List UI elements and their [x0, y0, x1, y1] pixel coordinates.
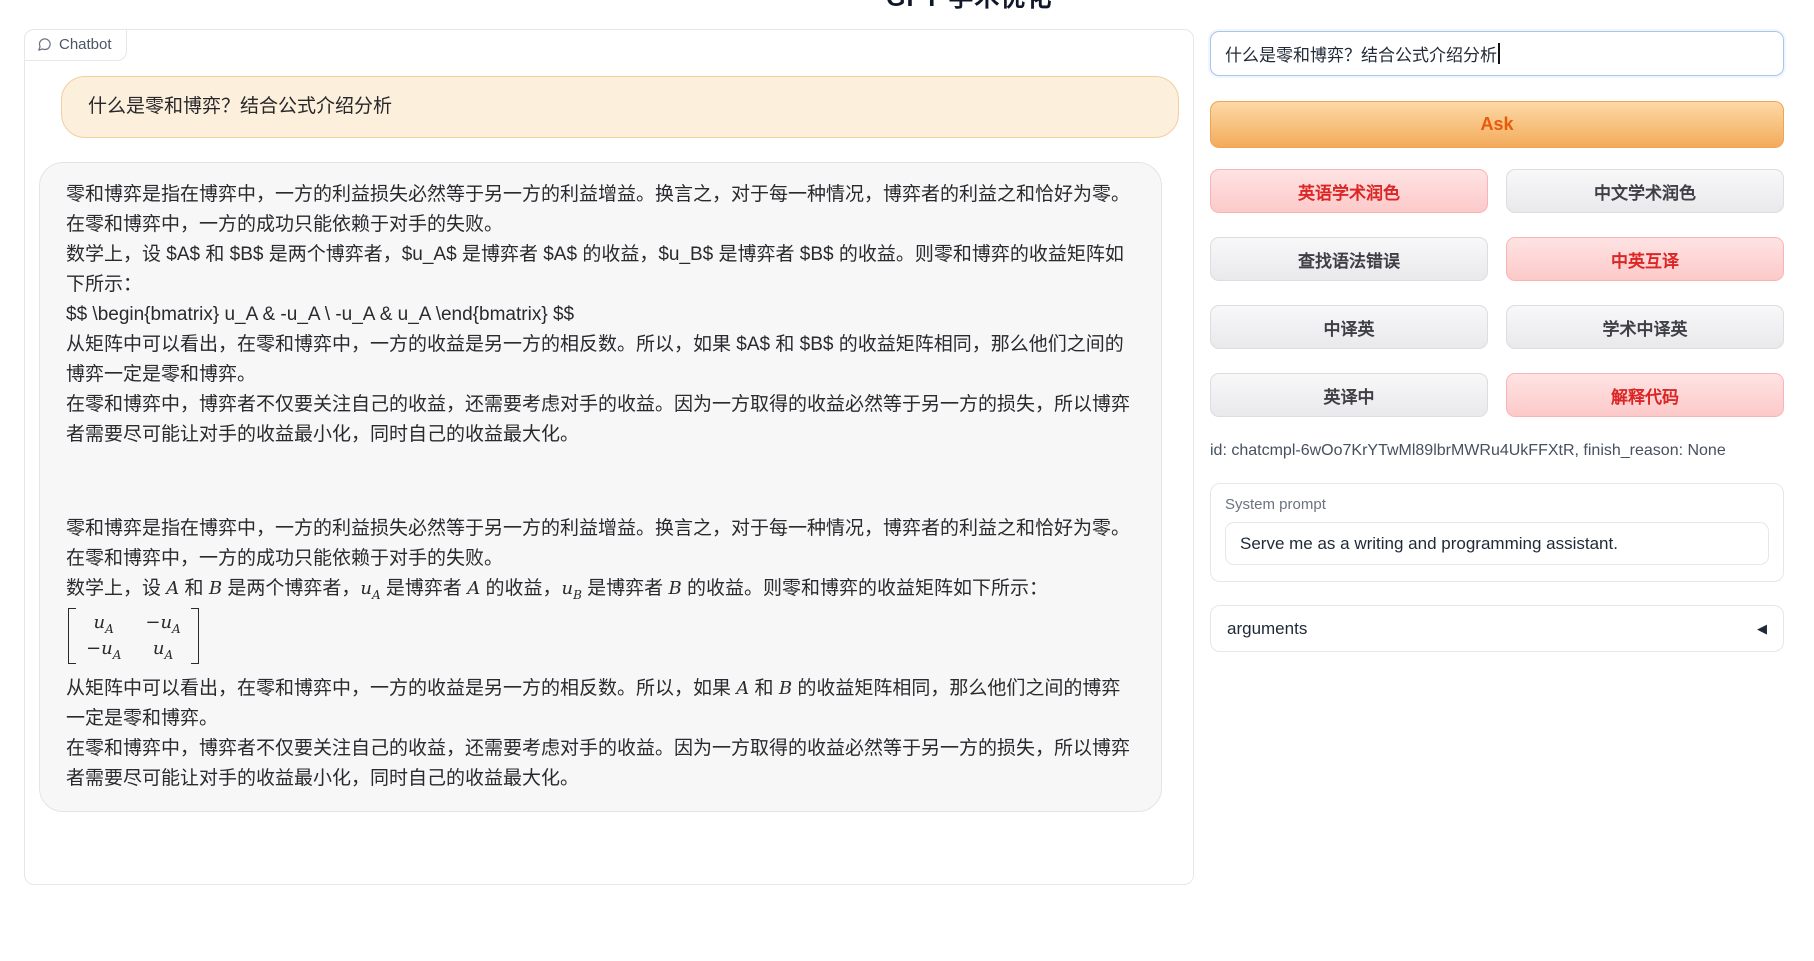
system-prompt-label: System prompt — [1225, 496, 1769, 513]
btn-zh-to-en[interactable]: 中译英 — [1210, 305, 1488, 349]
page-title: GPT 学术优化 — [886, 0, 1052, 14]
bot-rendered-paragraph: 零和博弈是指在博弈中，一方的利益损失必然等于另一方的利益增益。换言之，对于每一种… — [66, 514, 1135, 574]
arguments-accordion-label: arguments — [1227, 619, 1307, 639]
bot-rendered-paragraph: 在零和博弈中，博弈者不仅要关注自己的收益，还需要考虑对手的收益。因为一方取得的收… — [66, 734, 1135, 794]
ask-button[interactable]: Ask — [1210, 101, 1784, 148]
control-column: 什么是零和博弈？结合公式介绍分析 Ask 英语学术润色 中文学术润色 查找语法错… — [1210, 31, 1784, 652]
collapse-arrow-icon: ◀ — [1757, 621, 1767, 637]
bot-raw-paragraph: 零和博弈是指在博弈中，一方的利益损失必然等于另一方的利益增益。换言之，对于每一种… — [66, 180, 1135, 240]
question-input[interactable]: 什么是零和博弈？结合公式介绍分析 — [1210, 31, 1784, 76]
btn-explain-code[interactable]: 解释代码 — [1506, 373, 1784, 417]
btn-zh-en-mutual-translate[interactable]: 中英互译 — [1506, 237, 1784, 281]
user-message: 什么是零和博弈？结合公式介绍分析 — [61, 76, 1179, 138]
btn-english-academic-polish[interactable]: 英语学术润色 — [1210, 169, 1488, 213]
matrix-left-bracket — [68, 608, 76, 664]
chatbot-label: Chatbot — [24, 29, 127, 61]
chatbot-label-text: Chatbot — [59, 36, 112, 53]
bot-rendered-paragraph: 从矩阵中可以看出，在零和博弈中，一方的收益是另一方的相反数。所以，如果 A 和 … — [66, 674, 1135, 734]
spacer — [66, 450, 1135, 514]
system-prompt-group: System prompt — [1210, 483, 1784, 582]
bot-raw-paragraph: 从矩阵中可以看出，在零和博弈中，一方的收益是另一方的相反数。所以，如果 $A$ … — [66, 330, 1135, 390]
btn-find-grammar-errors[interactable]: 查找语法错误 — [1210, 237, 1488, 281]
quick-actions-grid: 英语学术润色 中文学术润色 查找语法错误 中英互译 中译英 学术中译英 英译中 … — [1210, 169, 1784, 417]
message-list: 什么是零和博弈？结合公式介绍分析 零和博弈是指在博弈中，一方的利益损失必然等于另… — [25, 30, 1193, 812]
chatbot-panel: Chatbot 什么是零和博弈？结合公式介绍分析 零和博弈是指在博弈中，一方的利… — [24, 29, 1194, 885]
question-input-value: 什么是零和博弈？结合公式介绍分析 — [1225, 41, 1497, 66]
bot-message: 零和博弈是指在博弈中，一方的利益损失必然等于另一方的利益增益。换言之，对于每一种… — [39, 162, 1162, 812]
bot-raw-latex: $$ \begin{bmatrix} u_A & -u_A \ -u_A & u… — [66, 300, 1135, 330]
app-root: GPT 学术优化 Chatbot 什么是零和博弈？结合公式介绍分析 零和博弈是指… — [0, 0, 1814, 961]
chat-bubble-icon — [37, 37, 52, 52]
bot-raw-paragraph: 在零和博弈中，博弈者不仅要关注自己的收益，还需要考虑对手的收益。因为一方取得的收… — [66, 390, 1135, 450]
response-status: id: chatcmpl-6wOo7KrYTwMl89lbrMWRu4UkFFX… — [1210, 442, 1784, 460]
arguments-accordion[interactable]: arguments ◀ — [1210, 605, 1784, 652]
btn-chinese-academic-polish[interactable]: 中文学术润色 — [1506, 169, 1784, 213]
bot-raw-paragraph: 数学上，设 $A$ 和 $B$ 是两个博弈者，$u_A$ 是博弈者 $A$ 的收… — [66, 240, 1135, 300]
bot-rendered-math-intro: 数学上，设 A 和 B 是两个博弈者，uA 是博弈者 A 的收益，uB 是博弈者… — [66, 574, 1135, 604]
matrix-right-bracket — [191, 608, 199, 664]
math-matrix: uA −uA −uA uA — [66, 604, 1135, 674]
btn-academic-zh-to-en[interactable]: 学术中译英 — [1506, 305, 1784, 349]
btn-en-to-zh[interactable]: 英译中 — [1210, 373, 1488, 417]
text-caret — [1498, 43, 1500, 64]
system-prompt-input[interactable] — [1225, 522, 1769, 565]
